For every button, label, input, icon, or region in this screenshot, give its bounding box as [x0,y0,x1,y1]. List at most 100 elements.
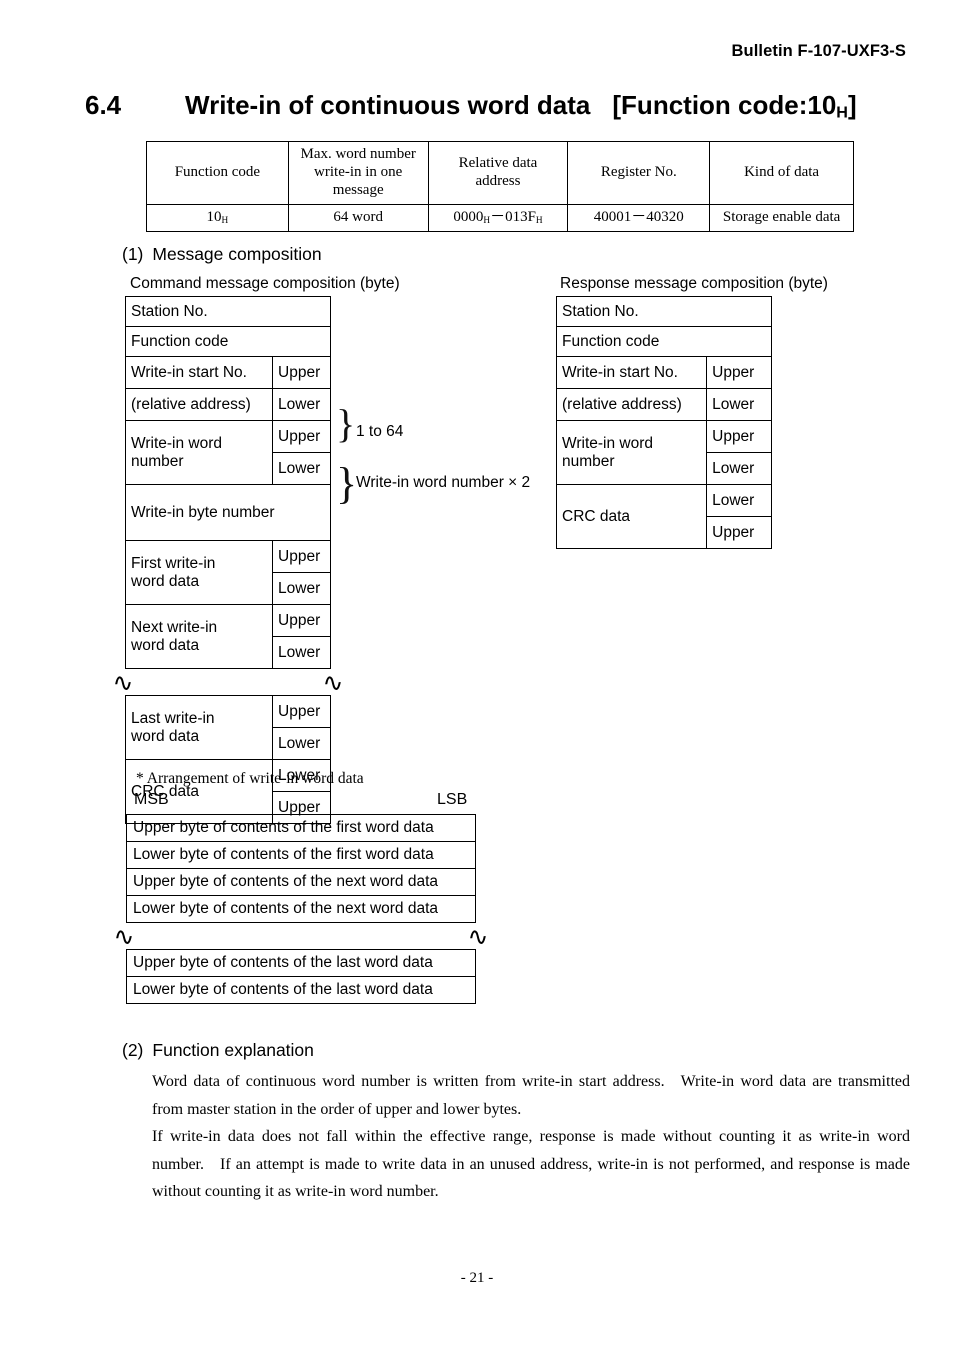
table-header-row: Function code Max. word number write-in … [146,141,854,205]
rel-addr-start: 0000 [453,209,484,225]
brace-word-times-two-icon: } [336,459,358,508]
cmd-next-line1: Next write-in [131,618,218,636]
table-row: Upper byte of contents of the first word… [126,814,476,842]
cmd-last-lower: Lower [272,727,331,760]
cmd-first-line1: First write-in [131,554,216,572]
table-row: 10H 64 word 0000H－013FH 40001－40320 Stor… [146,204,854,232]
cmd-write-in-word-number: Write-in word number [124,420,274,485]
lsb-label: LSB [437,791,468,808]
spec-header-relative-data-address: Relative data address [427,141,569,205]
rel-addr-line2: address [475,173,521,189]
spec-value-relative-address: 0000H－013FH [427,204,569,232]
bulletin-header: Bulletin F-107-UXF3-S [731,42,906,60]
table-row: First write-in word data Upper [124,540,331,605]
section-1-heading: (1) Message composition [122,244,322,265]
resp-write-in-word-number: Write-in word number [555,420,708,485]
max-word-line2: write-in in one [314,164,403,181]
cmd-last-upper: Upper [272,695,331,728]
annotation-word-number-times-two: Write-in word number × 2 [356,474,531,491]
cmd-write-in-byte-number: Write-in byte number [125,484,331,541]
resp-write-in-word-line2: number [562,452,615,470]
squiggle-left-icon: ∿ [113,924,135,951]
cmd-last-line2: word data [131,727,200,745]
brace-one-to-64-icon: } [336,401,356,446]
table-row: CRC data Lower [555,484,772,549]
cmd-next-write-in-word-data: Next write-in word data [124,604,274,669]
function-explanation-body: Word data of continuous word number is w… [152,1068,910,1206]
arr-row-first-upper: Upper byte of contents of the first word… [126,814,476,842]
page-title: 6.4 Write-in of continuous word data [Func… [85,90,857,123]
table-row: Write-in word number Upper [555,420,772,485]
max-word-line1: Max. word number [300,146,416,163]
table-row: Upper byte of contents of the next word … [126,868,476,896]
section-1-label: Message composition [152,244,322,264]
arr-row-last-upper: Upper byte of contents of the last word … [126,949,476,977]
max-word-line3: message [332,181,384,198]
resp-write-in-start-no-lower: Lower [706,388,772,421]
document-page: Bulletin F-107-UXF3-S 6.4 Write-in of con… [0,0,954,1351]
cmd-next-lower: Lower [272,636,331,669]
cmd-first-upper: Upper [272,540,331,573]
rel-addr-end-sub: H [535,216,543,227]
explanation-paragraph-1: Word data of continuous word number is w… [152,1073,910,1118]
squiggle-right-icon: ∿ [322,670,344,697]
cmd-last-write-in-word-data: Last write-in word data [124,695,274,760]
squiggle-left-icon: ∿ [112,670,134,697]
squiggle-right-icon: ∿ [467,924,489,951]
table-row: Next write-in word data Upper [124,604,331,669]
cmd-relative-address: (relative address) [124,388,274,421]
cmd-write-in-start-no-lower: Lower [272,388,331,421]
arr-row-first-lower: Lower byte of contents of the first word… [126,841,476,869]
resp-write-in-word-line1: Write-in word [562,434,654,452]
resp-station-no: Station No. [556,296,772,327]
section-2-heading: (2) Function explanation [122,1040,314,1061]
cmd-write-in-start-no-upper: Upper [272,356,331,389]
resp-write-in-word-upper: Upper [706,420,772,453]
table-row: Write-in start No. Upper [555,356,772,389]
table-row: Function code [125,326,331,357]
arr-row-last-lower: Lower byte of contents of the last word … [126,976,476,1004]
resp-crc-lower: Lower [706,484,772,517]
function-code-value: 10 [206,209,222,225]
specification-table: Function code Max. word number write-in … [146,141,854,232]
resp-crc-data: CRC data [555,484,708,549]
msb-label: MSB [134,791,169,808]
arr-row-next-lower: Lower byte of contents of the next word … [126,895,476,923]
table-row: (relative address) Lower [124,388,331,421]
table-row: Function code [556,326,772,357]
table-row: Lower byte of contents of the last word … [126,976,476,1004]
resp-relative-address: (relative address) [555,388,708,421]
response-message-caption: Response message composition (byte) [560,275,828,292]
cmd-write-in-word-lower: Lower [272,452,331,485]
arrangement-caption: * Arrangement of write-in word data [136,770,364,787]
cmd-last-line1: Last write-in [131,709,215,727]
table-row: Lower byte of contents of the next word … [126,895,476,923]
cmd-continuation-break: ∿ ∿ [113,668,344,696]
cmd-station-no: Station No. [125,296,331,327]
resp-function-code: Function code [556,326,772,357]
table-row: Station No. [125,296,331,327]
arr-row-next-upper: Upper byte of contents of the next word … [126,868,476,896]
section-1-number: (1) [122,244,144,264]
page-number: - 21 - [460,1270,494,1286]
arr-continuation-break: ∿ ∿ [114,922,489,950]
cmd-first-line2: word data [131,572,200,590]
table-row: Last write-in word data Upper [124,695,331,760]
cmd-next-upper: Upper [272,604,331,637]
rel-addr-line1: Relative data [458,155,538,172]
cmd-write-in-word-upper: Upper [272,420,331,453]
explanation-paragraph-2: If write-in data does not fall within th… [152,1128,910,1201]
cmd-write-in-start-no: Write-in start No. [124,356,274,389]
function-code-prefix: [Function code:10 [612,90,837,120]
spec-value-kind-of-data: Storage enable data [709,204,854,232]
spec-header-max-word-number: Max. word number write-in in one message [287,141,429,205]
spec-header-register-no: Register No. [567,141,711,205]
cmd-write-in-word-line1: Write-in word [131,434,223,452]
arrangement-table: Upper byte of contents of the first word… [114,814,489,1004]
cmd-first-write-in-word-data: First write-in word data [124,540,274,605]
spec-header-kind-of-data: Kind of data [709,141,854,205]
resp-write-in-start-no: Write-in start No. [555,356,708,389]
spec-value-function-code: 10H [146,204,289,232]
section-title-text: Write-in of continuous word data [185,90,591,120]
cmd-first-lower: Lower [272,572,331,605]
